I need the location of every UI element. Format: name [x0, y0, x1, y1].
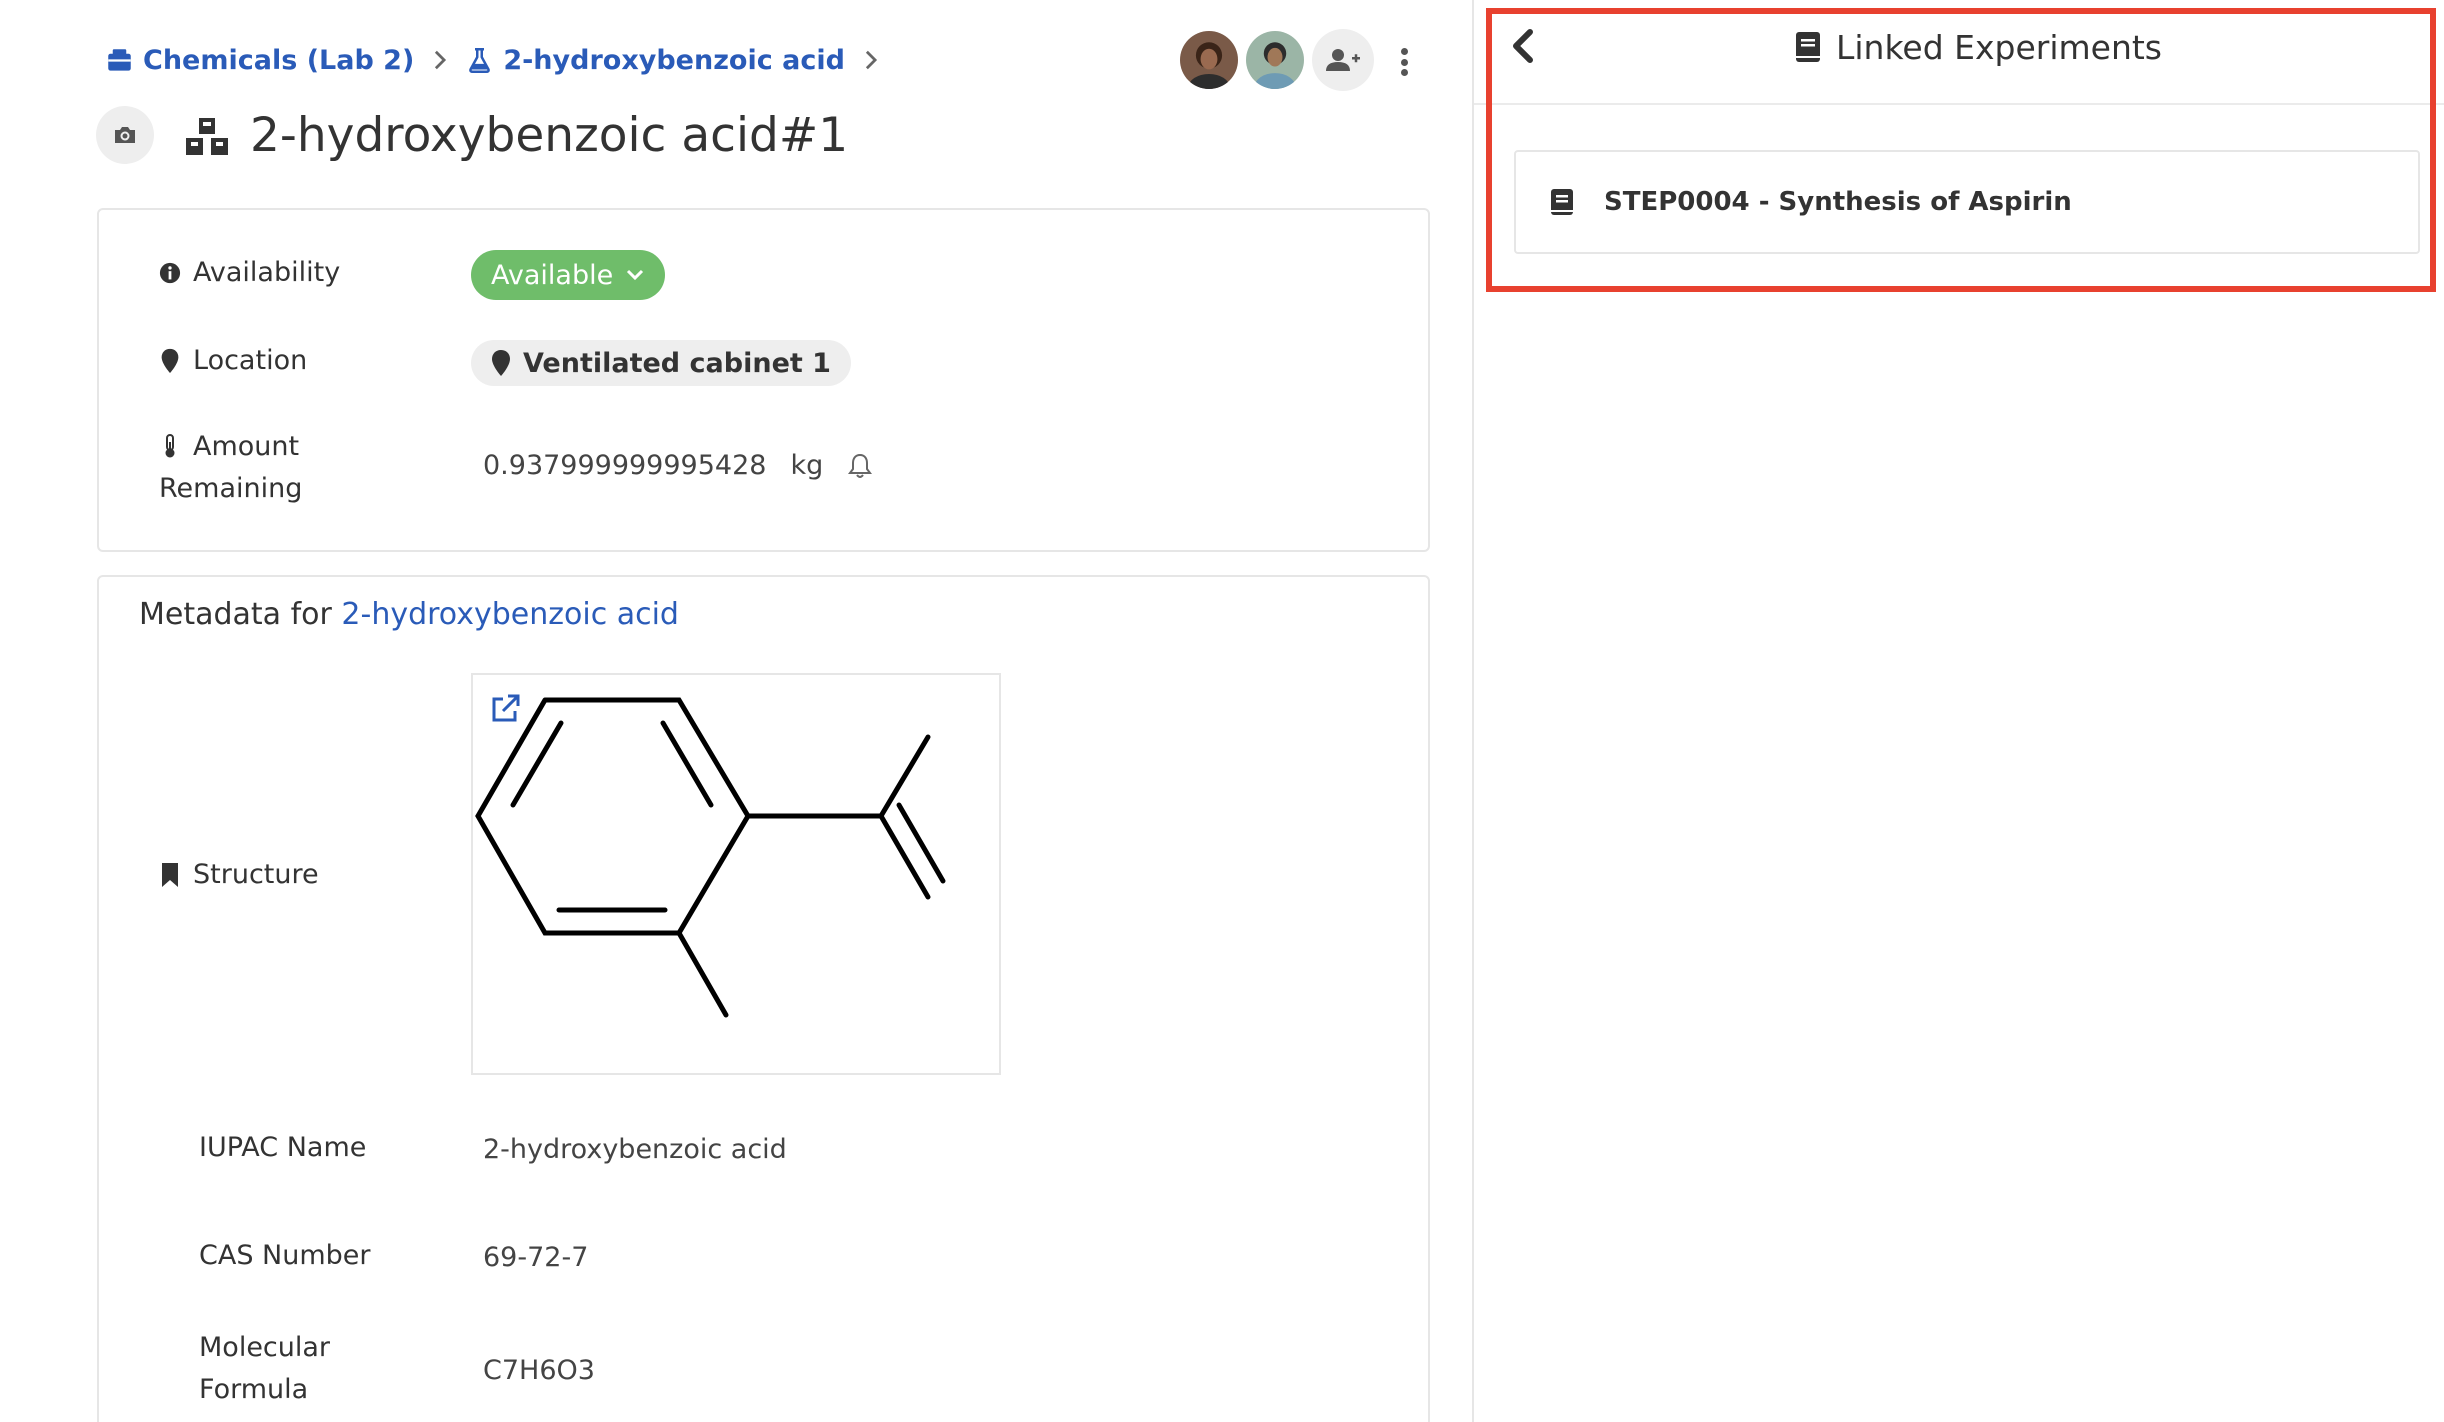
metadata-card: Metadata for 2-hydroxybenzoic acid Struc…	[97, 575, 1430, 1422]
highlight-box	[1486, 8, 2436, 292]
thermometer-icon	[165, 434, 175, 458]
bookmark-icon	[162, 862, 178, 887]
chemical-link[interactable]: 2-hydroxybenzoic acid	[341, 597, 679, 632]
avatar[interactable]	[1178, 29, 1240, 91]
breadcrumb-label: 2-hydroxybenzoic acid	[503, 44, 845, 76]
breadcrumb-label: Chemicals (Lab 2)	[143, 44, 415, 76]
availability-label: Availability	[159, 257, 340, 288]
page-title: 2-hydroxybenzoic acid#1	[250, 107, 849, 163]
add-user-icon	[1326, 49, 1360, 71]
collaborators	[1178, 29, 1374, 91]
metadata-heading: Metadata for 2-hydroxybenzoic acid	[139, 597, 679, 632]
structure-label: Structure	[159, 859, 319, 890]
map-pin-icon	[161, 348, 179, 373]
location-chip[interactable]: Ventilated cabinet 1	[471, 340, 851, 386]
map-pin-icon	[492, 350, 510, 376]
breadcrumb-item-chemical[interactable]: 2-hydroxybenzoic acid	[466, 45, 845, 76]
cas-label: CAS Number	[199, 1240, 371, 1271]
chemical-structure	[475, 697, 946, 1018]
title-row: 2-hydroxybenzoic acid#1	[96, 104, 848, 166]
structure-viewer[interactable]	[471, 673, 1001, 1075]
external-link-icon[interactable]	[489, 693, 521, 725]
chevron-right-icon	[863, 49, 879, 71]
flask-icon	[469, 47, 491, 73]
container-icon	[108, 48, 131, 71]
iupac-label: IUPAC Name	[199, 1132, 367, 1163]
breadcrumb-item-chemicals[interactable]: Chemicals (Lab 2)	[106, 45, 414, 76]
formula-value: C7H6O3	[483, 1355, 595, 1386]
amount-label: Amount Remaining	[159, 430, 303, 504]
formula-label: Molecular Formula	[199, 1332, 331, 1405]
camera-icon	[115, 127, 135, 143]
cas-value: 69-72-7	[483, 1242, 589, 1273]
add-user-button[interactable]	[1312, 29, 1374, 91]
chevron-right-icon	[432, 49, 448, 71]
details-card: Availability Available Location Ventilat…	[97, 208, 1430, 552]
camera-button[interactable]	[96, 106, 154, 164]
breadcrumb: Chemicals (Lab 2) 2-hydroxybenzoic acid	[106, 40, 897, 80]
iupac-value: 2-hydroxybenzoic acid	[483, 1134, 787, 1165]
subsample-icon	[186, 118, 228, 155]
amount-value: 0.937999999995428	[483, 450, 767, 481]
availability-dropdown[interactable]: Available	[471, 250, 666, 300]
linked-experiments-panel: Linked Experiments STEP0004 - Synthesis …	[1474, 0, 2444, 1422]
bell-icon[interactable]	[847, 452, 873, 480]
chevron-down-icon	[627, 269, 644, 281]
amount-remaining: 0.937999999995428 kg	[483, 450, 873, 481]
inventory-item-panel: Chemicals (Lab 2) 2-hydroxybenzoic acid	[0, 0, 1472, 1422]
info-icon	[159, 262, 181, 283]
amount-unit: kg	[790, 450, 824, 481]
more-options-icon[interactable]	[1392, 44, 1416, 80]
location-label: Location	[159, 345, 307, 376]
avatar[interactable]	[1244, 29, 1306, 91]
